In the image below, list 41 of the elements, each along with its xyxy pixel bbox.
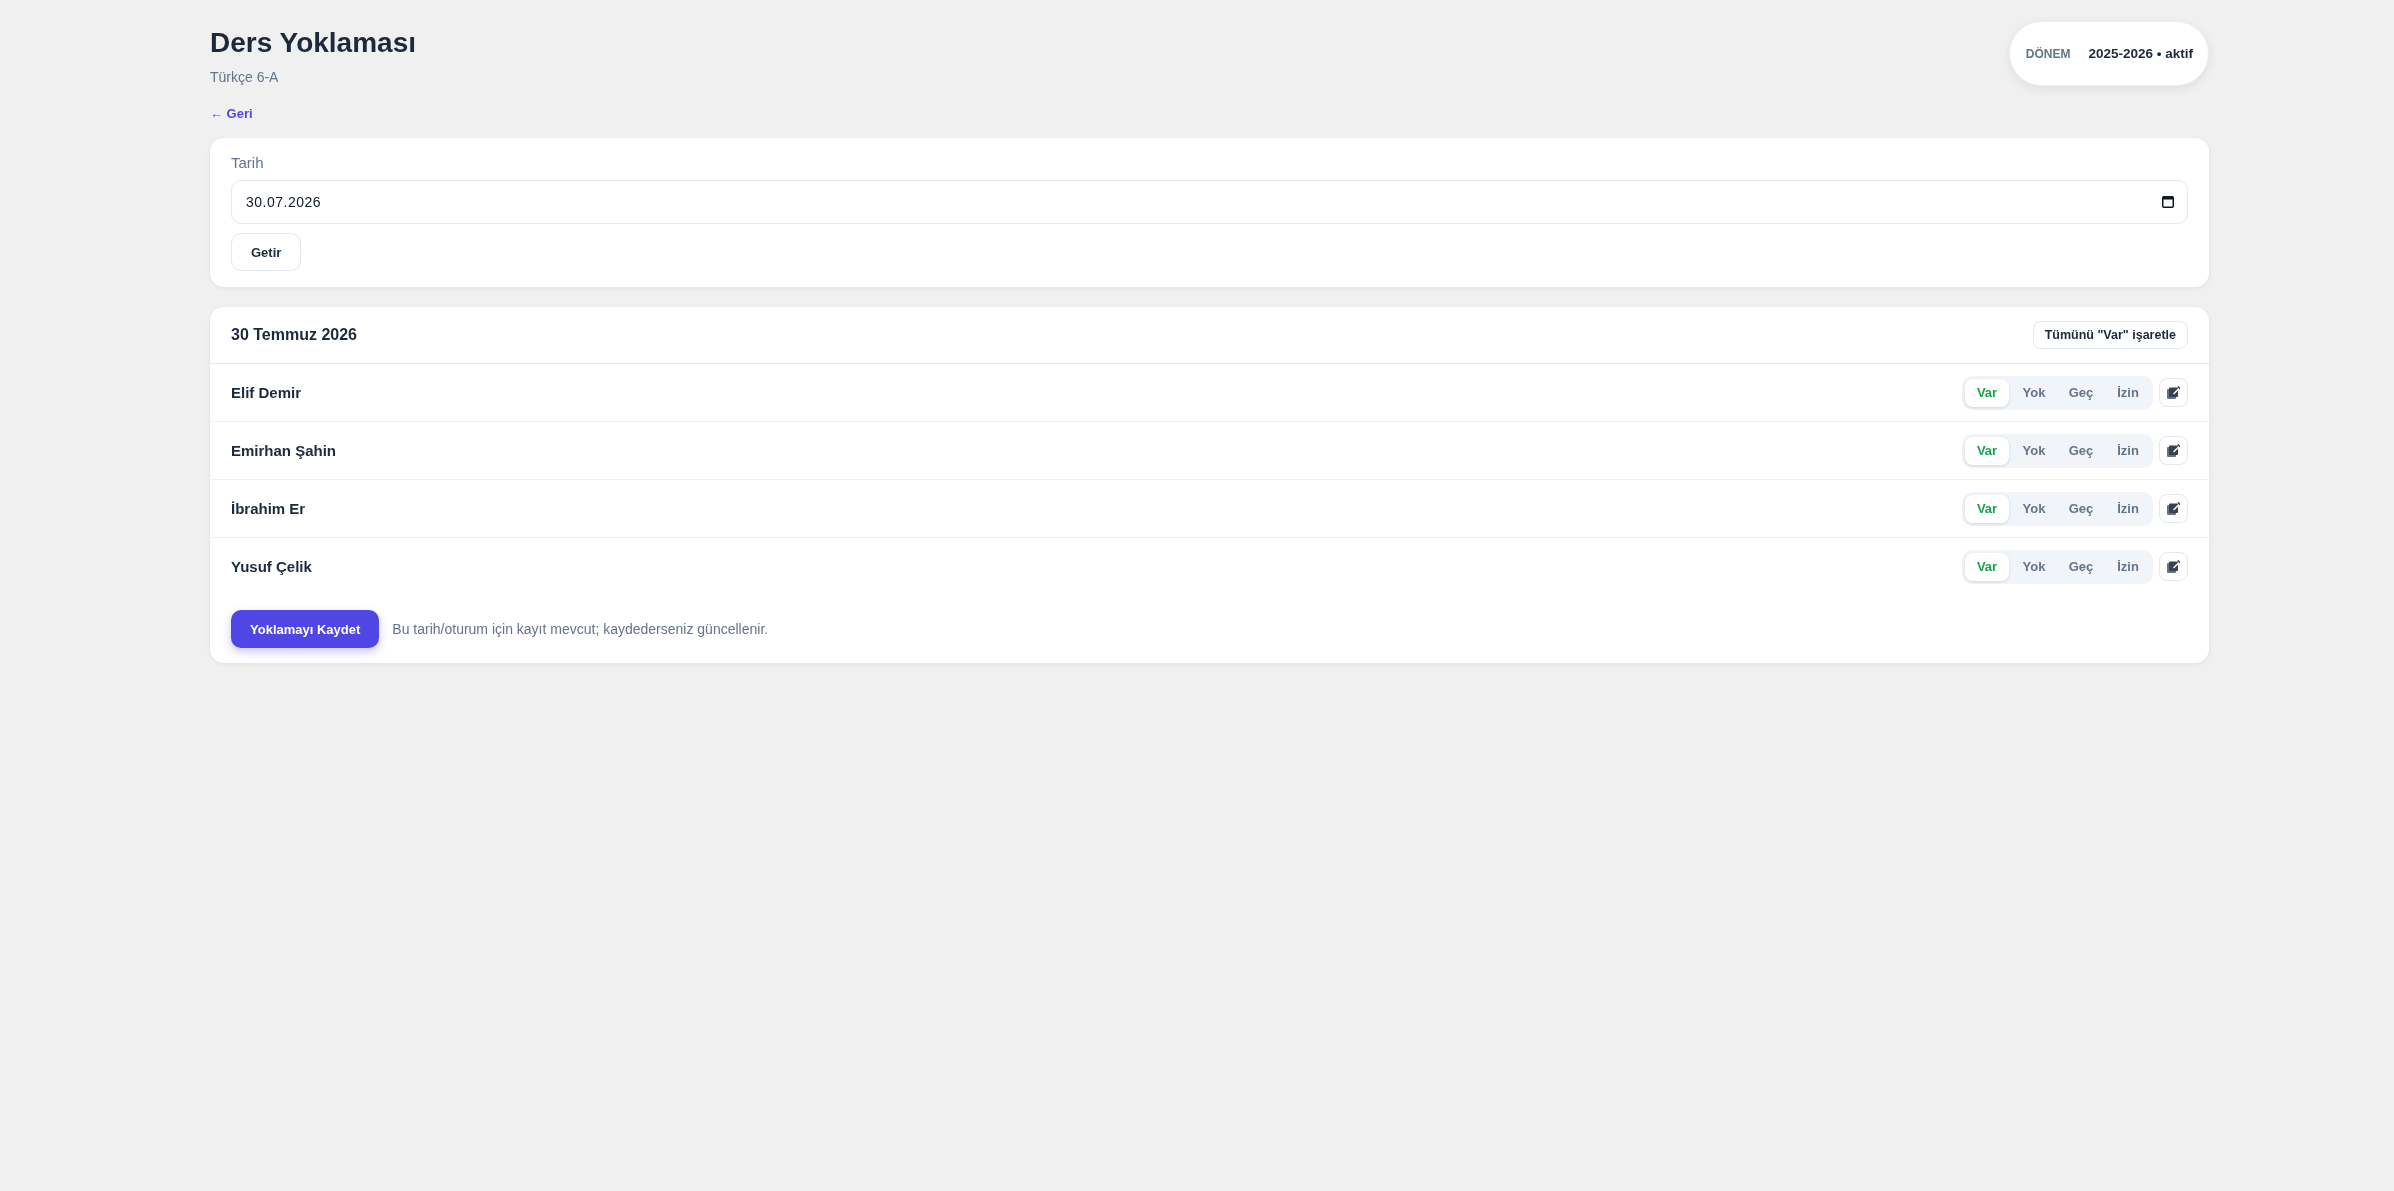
status-option[interactable]: Var <box>1965 552 2009 581</box>
fetch-button[interactable]: Getir <box>231 233 302 271</box>
status-option[interactable]: İzin <box>2106 552 2150 581</box>
note-button[interactable] <box>2159 552 2188 581</box>
term-label: DÖNEM <box>2025 46 2071 61</box>
save-hint-text: Bu tarih/oturum için kayıt mevcut; kaydederseniz güncellenir. <box>392 621 769 637</box>
status-option[interactable]: Yok <box>2012 552 2056 581</box>
status-option[interactable]: Geç <box>2059 378 2103 407</box>
status-option[interactable]: Var <box>1965 436 2009 465</box>
back-link[interactable]: ← Geri <box>210 105 253 123</box>
status-option[interactable]: Geç <box>2059 552 2103 581</box>
note-button[interactable] <box>2159 494 2188 523</box>
status-option[interactable]: İzin <box>2106 436 2150 465</box>
status-option[interactable]: İzin <box>2106 494 2150 523</box>
note-button[interactable] <box>2159 436 2188 465</box>
note-button[interactable] <box>2159 378 2188 407</box>
date-label: Tarih <box>231 153 264 173</box>
attendance-date-title: 30 Temmuz 2026 <box>231 326 357 344</box>
date-field[interactable]: 30.07.2026 <box>231 180 2188 224</box>
page-subtitle: Türkçe 6-A <box>210 68 279 87</box>
calendar-icon[interactable] <box>2162 195 2174 208</box>
student-name: Emirhan Şahin <box>231 442 337 459</box>
memo-icon <box>2167 444 2180 457</box>
status-option[interactable]: Yok <box>2012 494 2056 523</box>
status-option[interactable]: Var <box>1965 494 2009 523</box>
student-name: Elif Demir <box>231 384 302 401</box>
memo-icon <box>2167 386 2180 399</box>
status-option[interactable]: Geç <box>2059 436 2103 465</box>
status-option[interactable]: Yok <box>2012 378 2056 407</box>
term-value: 2025-2026 • aktif <box>2088 46 2193 61</box>
student-name: Yusuf Çelik <box>231 558 312 575</box>
memo-icon <box>2167 560 2180 573</box>
page-title: Ders Yoklaması <box>210 26 416 60</box>
save-attendance-button[interactable]: Yoklamayı Kaydet <box>231 610 380 648</box>
status-option[interactable]: Yok <box>2012 436 2056 465</box>
student-name: İbrahim Er <box>231 500 306 517</box>
status-option[interactable]: İzin <box>2106 378 2150 407</box>
status-option[interactable]: Geç <box>2059 494 2103 523</box>
status-option[interactable]: Var <box>1965 378 2009 407</box>
memo-icon <box>2167 502 2180 515</box>
mark-all-present-button[interactable]: Tümünü "Var" işaretle <box>2032 321 2188 349</box>
